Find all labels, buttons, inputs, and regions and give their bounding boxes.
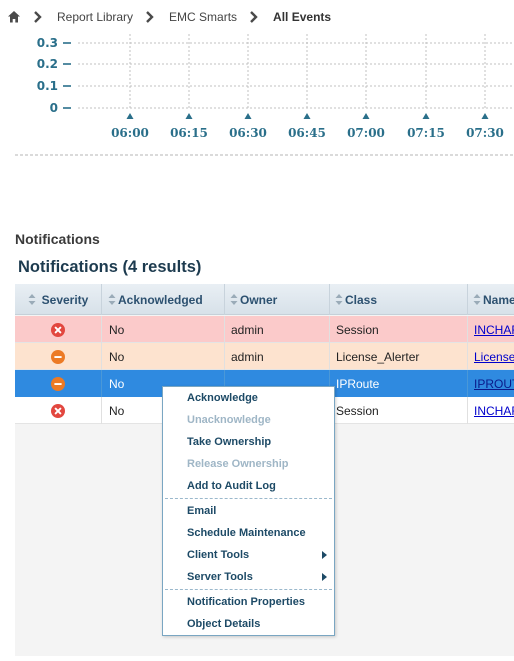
column-label: Name: [483, 292, 514, 307]
critical-severity-icon: [51, 403, 65, 418]
sort-icon: [335, 294, 343, 305]
owner-cell: admin: [225, 316, 330, 343]
menu-item-label: Email: [187, 505, 217, 517]
name-cell[interactable]: License: [468, 343, 514, 370]
severity-cell: [15, 343, 102, 370]
menu-item-label: Add to Audit Log: [187, 480, 276, 492]
class-cell: License_Alerter: [330, 343, 468, 370]
y-tick-label: 0.2: [37, 57, 58, 71]
y-tick-label: 0: [50, 101, 58, 115]
menu-item-server-tools[interactable]: Server Tools: [163, 566, 334, 588]
section-title: Notifications: [15, 231, 100, 247]
x-tick-label: 07:00: [347, 126, 385, 140]
grid-title: Notifications (4 results): [18, 258, 202, 276]
menu-item-label: Unacknowledge: [187, 414, 271, 426]
table-row[interactable]: NoadminSessionINCHAR: [15, 316, 514, 343]
breadcrumb: Report Library EMC Smarts All Events: [0, 0, 514, 34]
menu-item-label: Client Tools: [187, 549, 250, 561]
name-cell[interactable]: IPROUT: [468, 370, 514, 397]
menu-item-email[interactable]: Email: [163, 500, 334, 522]
class-cell: Session: [330, 316, 468, 343]
x-tick-label: 06:45: [288, 126, 326, 140]
column-header-class[interactable]: Class: [330, 284, 468, 315]
column-header-acknowledged[interactable]: Acknowledged: [102, 284, 225, 315]
x-tick: [126, 113, 134, 119]
menu-item-unacknowledge: Unacknowledge: [163, 409, 334, 431]
menu-separator: [165, 498, 332, 499]
x-tick-label: 07:15: [407, 126, 445, 140]
owner-cell: admin: [225, 343, 330, 370]
menu-item-label: Release Ownership: [187, 458, 289, 470]
context-menu: Acknowledge Unacknowledge Take Ownership Re…: [162, 386, 335, 636]
x-tick: [422, 113, 430, 119]
column-label: Severity: [41, 292, 89, 307]
x-tick: [481, 113, 489, 119]
table-row[interactable]: No admin License_Alerter License: [15, 343, 514, 370]
menu-separator: [165, 589, 332, 590]
severity-cell: [15, 370, 102, 397]
y-tick-label: 0.3: [37, 36, 58, 50]
acknowledged-cell: No: [102, 316, 225, 343]
home-icon[interactable]: [7, 10, 21, 24]
menu-item-label: Server Tools: [187, 571, 253, 583]
menu-item-label: Object Details: [187, 618, 261, 630]
x-tick-label: 06:30: [229, 126, 267, 140]
severity-cell: [15, 397, 102, 424]
sort-icon: [473, 294, 481, 305]
breadcrumb-report-library[interactable]: Report Library: [57, 10, 133, 24]
name-cell[interactable]: INCHAR: [468, 316, 514, 343]
critical-severity-icon: [51, 322, 65, 337]
menu-item-label: Notification Properties: [187, 596, 305, 608]
menu-item-acknowledge[interactable]: Acknowledge: [163, 387, 334, 409]
column-header-owner[interactable]: Owner: [225, 284, 330, 315]
event-chart-svg: 0.3 0.2 0.1 0 06:00 06:15 06:30 06:45 07:00 07:15…: [15, 34, 514, 156]
x-tick: [362, 113, 370, 119]
column-header-severity[interactable]: Severity: [15, 284, 102, 315]
acknowledged-cell: No: [102, 343, 225, 370]
menu-item-object-details[interactable]: Object Details: [163, 613, 334, 635]
column-label: Acknowledged: [118, 292, 203, 307]
name-cell[interactable]: INCHAR: [468, 397, 514, 424]
x-tick-label: 06:00: [111, 126, 149, 140]
breadcrumb-emc-smarts[interactable]: EMC Smarts: [169, 10, 237, 24]
sort-icon: [230, 294, 238, 305]
column-label: Owner: [240, 292, 278, 307]
menu-item-take-ownership[interactable]: Take Ownership: [163, 431, 334, 453]
class-cell: Session: [330, 397, 468, 424]
menu-item-client-tools[interactable]: Client Tools: [163, 544, 334, 566]
column-header-name[interactable]: Name: [468, 284, 514, 315]
x-tick: [185, 113, 193, 119]
menu-item-schedule-maintenance[interactable]: Schedule Maintenance: [163, 522, 334, 544]
menu-item-label: Take Ownership: [187, 436, 272, 448]
severity-cell: [15, 316, 102, 343]
menu-item-notification-properties[interactable]: Notification Properties: [163, 591, 334, 613]
sort-icon: [28, 294, 36, 305]
sort-icon: [108, 294, 116, 305]
column-label: Class: [345, 292, 378, 307]
menu-item-add-to-audit-log[interactable]: Add to Audit Log: [163, 475, 334, 497]
major-severity-icon: [51, 376, 65, 391]
chevron-right-icon: [250, 11, 258, 23]
x-tick-label: 07:30: [466, 126, 504, 140]
x-tick: [244, 113, 252, 119]
menu-item-release-ownership: Release Ownership: [163, 453, 334, 475]
chevron-right-icon: [34, 11, 42, 23]
menu-item-label: Schedule Maintenance: [187, 527, 306, 539]
class-cell: IPRoute: [330, 370, 468, 397]
x-tick-label: 06:15: [170, 126, 208, 140]
chevron-right-icon: [146, 11, 154, 23]
grid-header: Severity Acknowledged Owner Class Name: [15, 284, 514, 315]
x-tick: [303, 113, 311, 119]
event-chart: 0.3 0.2 0.1 0 06:00 06:15 06:30 06:45 07:00 07:15…: [0, 34, 514, 158]
breadcrumb-all-events: All Events: [273, 10, 332, 24]
major-severity-icon: [51, 349, 65, 364]
y-tick-label: 0.1: [37, 79, 58, 93]
menu-item-label: Acknowledge: [187, 392, 258, 404]
submenu-arrow-icon: [322, 573, 327, 581]
submenu-arrow-icon: [322, 551, 327, 559]
